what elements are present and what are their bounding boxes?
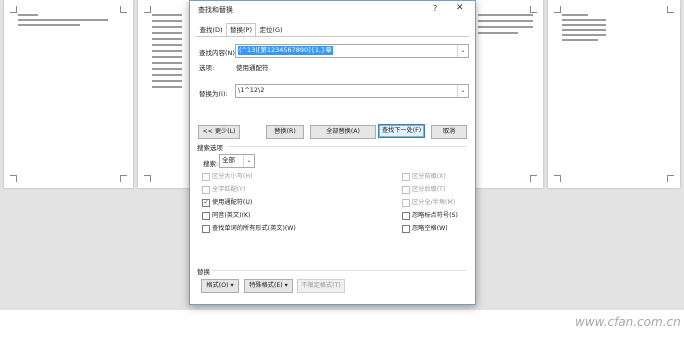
search-options-title: 搜索选项 [197,144,223,152]
close-icon[interactable]: ✕ [456,3,464,13]
find-replace-dialog: 查找和替换 ? ✕ 查找(D) 替换(P) 定位(G) 查找内容(N): (^1… [189,0,476,305]
document-page-3[interactable] [474,0,543,188]
checkbox-box [202,173,210,181]
find-label: 查找内容(N): [199,49,238,57]
help-button[interactable]: ? [433,4,437,13]
checkbox-box [402,186,410,194]
chevron-down-icon[interactable]: ⌄ [243,155,254,167]
less-button[interactable]: << 更少(L) [198,125,240,139]
dialog-title: 查找和替换 [198,6,233,14]
search-scope-value: 全部 [222,156,235,164]
checkbox-box [402,199,410,207]
replace-label: 替换为(I): [199,90,228,98]
replace-button[interactable]: 替换(R) [266,125,304,139]
no-formatting-button: 不限定格式(T) [297,279,345,293]
document-page-2[interactable] [138,0,189,188]
checkbox-box [402,225,410,233]
options-label: 选项: [199,64,215,72]
checkbox-box [202,186,210,194]
checkbox-box [202,212,210,220]
replace-value: \1^12\2 [238,86,265,94]
find-input[interactable]: (^13)[第1234567890]{1,}章 ⌄ [235,44,469,58]
checkbox-box [402,173,410,181]
checkbox-box [402,212,410,220]
document-page-4[interactable] [548,0,680,188]
cancel-button[interactable]: 取消 [431,125,467,139]
search-scope-label: 搜索: [203,160,219,168]
find-value: (^13)[第1234567890]{1,}章 [238,46,333,55]
replace-input[interactable]: \1^12\2 ⌄ [235,84,469,98]
chevron-down-icon[interactable]: ⌄ [457,85,468,97]
dialog-titlebar[interactable]: 查找和替换 ? ✕ [190,1,475,19]
separator [227,146,467,147]
options-value: 使用通配符 [236,64,269,72]
find-next-button[interactable]: 查找下一处(F) [378,124,425,138]
chevron-down-icon[interactable]: ⌄ [457,45,468,57]
document-page-1[interactable] [4,0,133,188]
special-button[interactable]: 特殊格式(E) ▾ [244,279,293,293]
checkbox-box [202,225,210,233]
search-scope-select[interactable]: 全部 ⌄ [219,154,255,168]
watermark-text: www.cfan.com.cn [575,315,681,329]
replace-all-button[interactable]: 全部替换(A) [310,125,376,139]
tab-divider [196,36,469,37]
format-button[interactable]: 格式(O) ▾ [201,279,239,293]
separator [212,270,467,271]
replace-section-title: 替换 [197,268,210,276]
check-icon: ✓ [202,199,210,207]
